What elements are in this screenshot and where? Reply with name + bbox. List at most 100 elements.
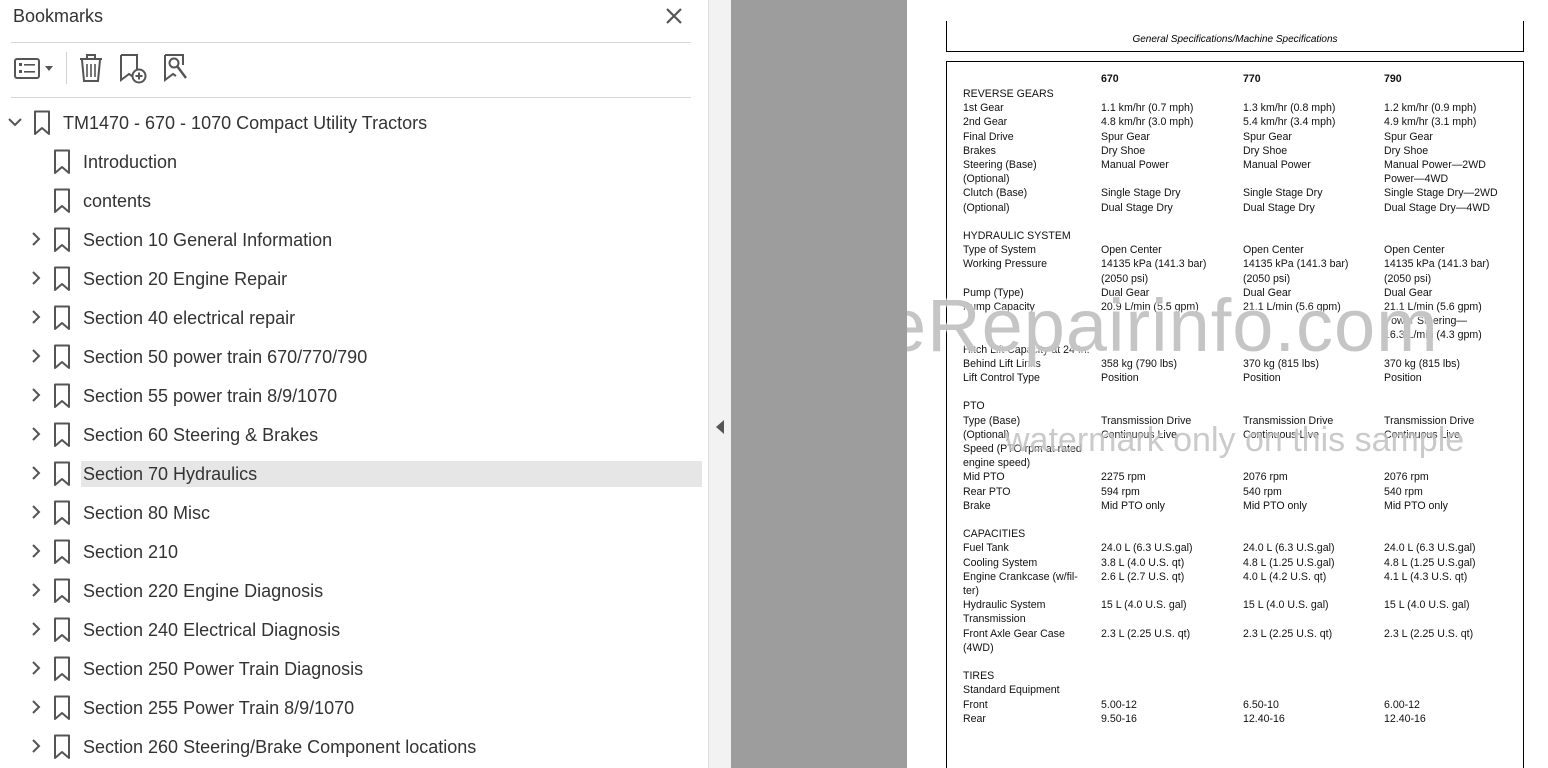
bookmark-item[interactable]: Section 20 Engine Repair: [0, 259, 708, 298]
chevron-right-icon[interactable]: [28, 387, 44, 403]
bookmark-item[interactable]: Section 210: [0, 532, 708, 571]
spec-text: Rear: [963, 712, 986, 725]
spec-text: Dry Shoe: [1101, 144, 1146, 157]
spec-text: 2.3 L (2.25 U.S. qt): [1101, 627, 1191, 640]
bookmark-item[interactable]: Section 220 Engine Diagnosis: [0, 571, 708, 610]
bookmark-item[interactable]: Section 240 Electrical Diagnosis: [0, 610, 708, 649]
spec-text: 4.0 L (4.2 U.S. qt): [1243, 570, 1327, 583]
spec-text: 14135 kPa (141.3 bar): [1384, 258, 1490, 271]
spec-text: 2275 rpm: [1101, 471, 1146, 484]
chevron-right-icon[interactable]: [28, 621, 44, 637]
spec-text: Final Drive: [963, 130, 1014, 143]
bookmark-icon: [53, 344, 71, 370]
spec-text: Spur Gear: [1101, 130, 1150, 143]
bookmark-label: Section 250 Power Train Diagnosis: [83, 659, 364, 679]
spec-text: 4.8 L (1.25 U.S.gal): [1384, 556, 1476, 569]
bookmark-icon: [53, 227, 71, 253]
spec-text: Open Center: [1243, 244, 1304, 257]
bookmark-item[interactable]: Section 40 electrical repair: [0, 298, 708, 337]
page-header-box: General Specifications/Machine Specifica…: [946, 21, 1524, 52]
spec-text: PTO: [963, 400, 985, 413]
chevron-right-icon[interactable]: [28, 582, 44, 598]
bookmark-root[interactable]: TM1470 - 670 - 1070 Compact Utility Trac…: [0, 103, 708, 142]
bookmark-item[interactable]: Section 55 power train 8/9/1070: [0, 376, 708, 415]
page-header: General Specifications/Machine Specifica…: [1132, 34, 1338, 45]
chevron-right-icon[interactable]: [28, 270, 44, 286]
bookmark-item[interactable]: Section 50 power train 670/770/790: [0, 337, 708, 376]
spec-text: 12.40-16: [1384, 712, 1426, 725]
bookmarks-panel: Bookmarks TM1470 - 670 - 1070 Compact Ut…: [0, 0, 708, 768]
bookmark-item[interactable]: Section 250 Power Train Diagnosis: [0, 649, 708, 688]
spec-text: Single Stage Dry: [1243, 187, 1323, 200]
close-icon: [666, 8, 682, 24]
spec-text: Type of System: [963, 244, 1037, 257]
spec-text: 4.8 km/hr (3.0 mph): [1101, 116, 1194, 129]
spec-text: Manual Power: [1243, 159, 1311, 171]
bookmark-item[interactable]: Section 255 Power Train 8/9/1070: [0, 688, 708, 727]
add-bookmark-button[interactable]: [117, 52, 149, 84]
bookmark-icon: [33, 110, 51, 136]
spec-text: TIRES: [963, 670, 995, 683]
bookmark-item[interactable]: Section 70 Hydraulics: [0, 454, 708, 493]
chevron-right-icon[interactable]: [28, 699, 44, 715]
chevron-right-icon[interactable]: [28, 465, 44, 481]
spec-text: Spur Gear: [1384, 130, 1433, 143]
spec-text: Cooling System: [963, 556, 1038, 569]
spec-text: Single Stage Dry: [1101, 187, 1181, 200]
divider: [11, 97, 691, 98]
chevron-down-icon[interactable]: [7, 114, 23, 130]
spec-text: 2076 rpm: [1384, 471, 1429, 484]
spec-text: Manual Power—2WD: [1384, 159, 1486, 171]
bookmark-item[interactable]: Section 260 Steering/Brake Component loc…: [0, 727, 708, 766]
bookmark-label: Section 20 Engine Repair: [83, 269, 288, 289]
spec-text: Single Stage Dry—2WD: [1384, 187, 1498, 200]
spec-text: 15 L (4.0 U.S. gal): [1243, 599, 1329, 612]
chevron-right-icon[interactable]: [28, 426, 44, 442]
bookmark-icon: [53, 734, 71, 760]
spec-text: (4WD): [963, 641, 994, 654]
bookmark-item[interactable]: contents: [0, 181, 708, 220]
bookmark-label: TM1470 - 670 - 1070 Compact Utility Trac…: [63, 113, 428, 133]
spec-text: ter): [963, 585, 979, 597]
chevron-right-icon[interactable]: [28, 348, 44, 364]
spec-text: 1.1 km/hr (0.7 mph): [1101, 102, 1194, 115]
spec-text: Rear PTO: [963, 485, 1011, 498]
bookmark-item[interactable]: Section 10 General Information: [0, 220, 708, 259]
document-page: General Specifications/Machine Specifica…: [907, 0, 1548, 768]
bookmark-label: Section 80 Misc: [83, 503, 211, 523]
bookmark-label: Section 40 electrical repair: [83, 308, 296, 328]
bookmark-item[interactable]: Introduction: [0, 142, 708, 181]
spec-text: Standard Equipment: [963, 684, 1060, 697]
spec-text: 540 rpm: [1384, 485, 1423, 498]
chevron-right-icon[interactable]: [28, 738, 44, 754]
chevron-right-icon[interactable]: [28, 231, 44, 247]
chevron-right-icon[interactable]: [28, 504, 44, 520]
spec-text: Position: [1243, 372, 1281, 384]
bookmark-item[interactable]: Section 80 Misc: [0, 493, 708, 532]
panel-splitter[interactable]: [708, 0, 731, 768]
chevron-right-icon[interactable]: [28, 660, 44, 676]
spec-text: 15 L (4.0 U.S. gal): [1101, 599, 1187, 612]
collapse-arrow-icon[interactable]: [716, 420, 724, 434]
watermark: eRepairinfo.com: [907, 284, 1439, 367]
chevron-right-icon[interactable]: [28, 309, 44, 325]
spec-text: 4.8 L (1.25 U.S.gal): [1243, 556, 1335, 569]
spec-text: Manual Power: [1101, 159, 1169, 171]
spec-text: 2076 rpm: [1243, 471, 1288, 484]
spec-text: Mid PTO: [963, 471, 1005, 484]
spec-text: Dual Stage Dry: [1243, 201, 1315, 214]
bookmark-item[interactable]: Section 60 Steering & Brakes: [0, 415, 708, 454]
spec-text: Open Center: [1384, 244, 1445, 257]
chevron-right-icon[interactable]: [28, 543, 44, 559]
spec-text: (Optional): [963, 428, 1010, 441]
spec-text: (Optional): [963, 201, 1010, 214]
spec-text: 12.40-16: [1243, 712, 1285, 725]
bookmark-icon: [53, 500, 71, 526]
spec-text: REVERSE GEARS: [963, 88, 1054, 100]
options-menu-button[interactable]: [13, 52, 57, 84]
close-panel-button[interactable]: [662, 4, 686, 28]
delete-bookmark-button[interactable]: [76, 52, 106, 84]
spec-text: 594 rpm: [1101, 485, 1140, 498]
find-bookmark-button[interactable]: [160, 52, 192, 84]
spec-text: 1.3 km/hr (0.8 mph): [1243, 102, 1336, 115]
